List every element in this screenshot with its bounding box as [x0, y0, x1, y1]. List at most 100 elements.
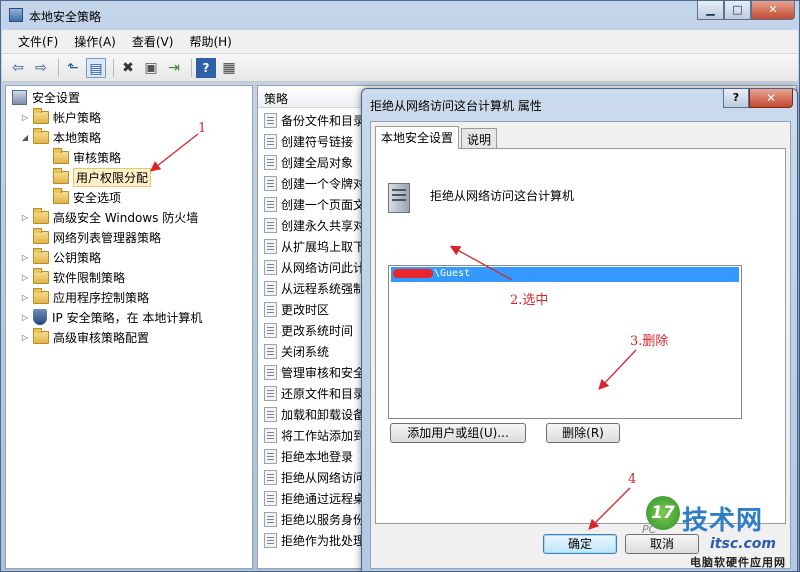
tree-label: 本地策略 — [53, 130, 102, 145]
tree-item[interactable]: ▷ 公钥策略 — [20, 247, 101, 266]
tree-item[interactable]: ◢ 本地策略 — [20, 127, 102, 146]
list-item[interactable]: 还原文件和目录 — [264, 383, 365, 403]
policy-name: 拒绝从网络访问这台计算机 — [430, 189, 575, 203]
policy-document-icon — [264, 154, 277, 170]
list-item-label: 关闭系统 — [281, 344, 330, 359]
policy-document-icon — [264, 427, 277, 443]
tree-item[interactable]: ▷ 帐户策略 — [20, 107, 101, 126]
list-item-label: 备份文件和目录 — [281, 113, 366, 128]
list-item[interactable]: 拒绝通过远程桌 — [264, 488, 365, 508]
column-header-policy[interactable]: 策略 — [264, 90, 288, 107]
folder-icon — [53, 167, 69, 184]
help-icon[interactable]: ? — [196, 57, 216, 78]
tree-label: 高级审核策略配置 — [53, 330, 150, 345]
ok-button[interactable]: 确定 — [543, 534, 617, 554]
tree-label: 网络列表管理器策略 — [53, 230, 162, 245]
expand-arrow-icon[interactable]: ◢ — [20, 133, 30, 142]
tree-item[interactable]: ▷ 高级审核策略配置 — [20, 327, 150, 346]
dialog-close-button[interactable]: ✕ — [749, 89, 793, 108]
list-item[interactable]: 从网络访问此计 — [264, 257, 365, 277]
maximize-button[interactable]: □ — [724, 1, 751, 20]
properties-icon[interactable]: ▣ — [141, 58, 161, 78]
list-item[interactable]: 更改系统时间 — [264, 320, 353, 340]
tree-item[interactable]: 安全选项 — [40, 187, 121, 206]
expand-arrow-icon[interactable]: ▷ — [20, 333, 30, 342]
list-item[interactable]: 创建一个页面文 — [264, 194, 365, 214]
expand-arrow-icon[interactable]: ▷ — [20, 313, 30, 322]
toolbar-separator — [58, 58, 59, 77]
close-button[interactable]: ✕ — [751, 1, 795, 20]
export-list-icon[interactable]: ⇥ — [164, 58, 184, 78]
expand-arrow-icon[interactable]: ▷ — [20, 253, 30, 262]
minimize-button[interactable]: ▁ — [697, 1, 724, 20]
show-hide-tree-icon[interactable]: ▤ — [86, 57, 106, 78]
list-item-label: 从网络访问此计 — [281, 260, 366, 275]
tree-item[interactable]: ▷ IP 安全策略，在 本地计算机 — [20, 308, 202, 326]
tree-item[interactable]: 网络列表管理器策略 — [20, 227, 162, 246]
list-item[interactable]: 创建一个令牌对 — [264, 173, 365, 193]
forward-arrow-icon[interactable]: ⇨ — [31, 58, 51, 78]
annotation-3: 3.删除 — [630, 334, 669, 349]
menu-bar: 文件(F) 操作(A) 查看(V) 帮助(H) — [2, 30, 798, 54]
list-item[interactable]: 将工作站添加到 — [264, 425, 365, 445]
list-item-label: 创建符号链接 — [281, 134, 354, 149]
tree-item[interactable]: 审核策略 — [40, 147, 121, 166]
list-item-text: \Guest — [434, 268, 471, 279]
tab-local-security-setting[interactable]: 本地安全设置 — [375, 126, 460, 149]
list-item[interactable]: 拒绝本地登录 — [264, 446, 353, 466]
list-item[interactable]: 拒绝从网络访问 — [264, 467, 365, 487]
tree-item[interactable]: ▷ 应用程序控制策略 — [20, 287, 149, 306]
shield-icon — [33, 309, 47, 325]
tree-label: 高级安全 Windows 防火墙 — [53, 210, 199, 225]
list-item[interactable]: 备份文件和目录 — [264, 110, 365, 130]
policy-document-icon — [264, 406, 277, 422]
list-item[interactable]: 管理审核和安全 — [264, 362, 365, 382]
menu-file[interactable]: 文件(F) — [10, 31, 66, 52]
expand-arrow-icon[interactable]: ▷ — [20, 213, 30, 222]
expand-arrow-icon[interactable]: ▷ — [20, 293, 30, 302]
list-item[interactable]: 更改时区 — [264, 299, 329, 319]
list-item-label: 管理审核和安全 — [281, 365, 366, 380]
list-item-label: 从扩展坞上取下 — [281, 239, 366, 254]
policy-document-icon — [264, 469, 277, 485]
policy-document-icon — [264, 175, 277, 191]
expand-arrow-icon[interactable]: ▷ — [20, 273, 30, 282]
expand-arrow-icon[interactable]: ▷ — [20, 113, 30, 122]
tree-item[interactable]: ▷ 软件限制策略 — [20, 267, 125, 286]
menu-view[interactable]: 查看(V) — [124, 31, 182, 52]
delete-icon[interactable]: ✖ — [118, 58, 138, 78]
action-pane-icon[interactable]: ▦ — [219, 58, 239, 78]
window-controls: ▁ □ ✕ — [697, 1, 795, 21]
list-item[interactable]: 创建永久共享对 — [264, 215, 365, 235]
policy-document-icon — [264, 238, 277, 254]
tree-item[interactable]: 用户权限分配 — [40, 167, 152, 187]
watermark-name: 技术网 — [682, 506, 764, 536]
tab-explain[interactable]: 说明 — [461, 128, 498, 148]
back-arrow-icon[interactable]: ⇦ — [8, 58, 28, 78]
redacted-computer-name — [393, 268, 433, 278]
menu-help[interactable]: 帮助(H) — [181, 31, 239, 52]
list-item[interactable]: 关闭系统 — [264, 341, 329, 361]
menu-action[interactable]: 操作(A) — [66, 31, 124, 52]
list-item[interactable]: 加载和卸载设备 — [264, 404, 365, 424]
list-item[interactable]: 创建符号链接 — [264, 131, 353, 151]
list-item[interactable]: 从扩展坞上取下 — [264, 236, 365, 256]
list-item[interactable]: 拒绝以服务身份 — [264, 509, 365, 529]
title-bar[interactable]: 本地安全策略 ▁ □ ✕ — [1, 1, 799, 29]
up-folder-icon[interactable]: ⬑ — [63, 58, 83, 78]
tree-item[interactable]: ▷ 高级安全 Windows 防火墙 — [20, 207, 199, 226]
policy-document-icon — [264, 301, 277, 317]
list-item-guest[interactable]: \Guest — [391, 267, 739, 282]
list-item-label: 创建一个页面文 — [281, 197, 366, 212]
add-user-or-group-button[interactable]: 添加用户或组(U)... — [390, 423, 526, 443]
list-item[interactable]: 从远程系统强制 — [264, 278, 365, 298]
policy-document-icon — [264, 259, 277, 275]
remove-button[interactable]: 删除(R) — [546, 423, 620, 443]
dialog-help-button[interactable]: ? — [723, 89, 749, 108]
list-item[interactable]: 创建全局对象 — [264, 152, 353, 172]
list-item[interactable]: 拒绝作为批处理 — [264, 530, 365, 550]
tree-root[interactable]: 安全设置 — [12, 88, 80, 106]
members-listbox[interactable]: \Guest — [388, 265, 742, 419]
annotation-1: 1 — [198, 121, 207, 136]
policy-document-icon — [264, 112, 277, 128]
